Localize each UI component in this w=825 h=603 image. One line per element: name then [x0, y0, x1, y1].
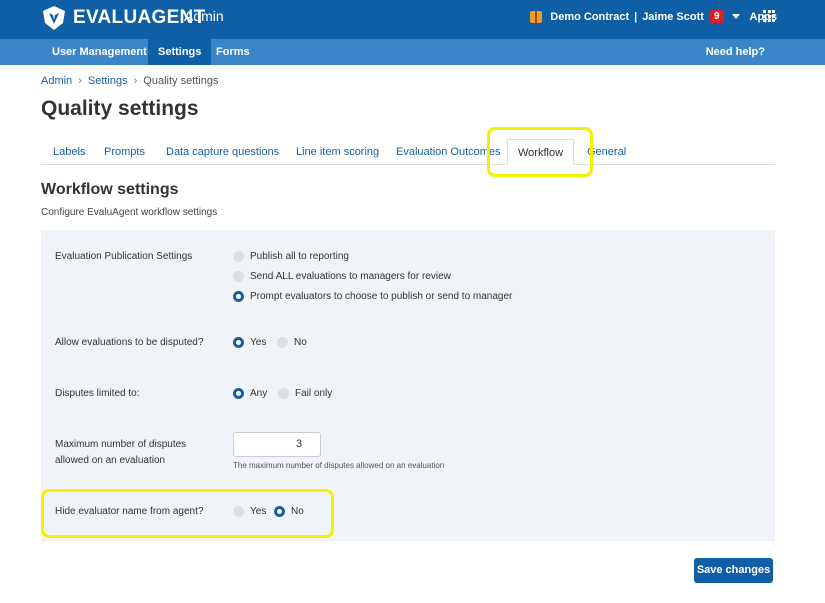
- radio-selected-icon[interactable]: [233, 291, 244, 302]
- radio-icon[interactable]: [233, 271, 244, 282]
- option-label: Prompt evaluators to choose to publish o…: [250, 291, 513, 302]
- apps-grid-icon[interactable]: [763, 10, 775, 22]
- section-title: Workflow settings: [41, 181, 179, 198]
- user-name[interactable]: Jaime Scott: [642, 11, 704, 23]
- settings-tabs: Labels Prompts Data capture questions Li…: [41, 139, 775, 165]
- breadcrumb-admin[interactable]: Admin: [41, 75, 72, 87]
- secondary-nav: User Management Settings Forms Need help…: [0, 39, 825, 65]
- workflow-tab-highlight: [487, 127, 593, 177]
- option-label: Any: [250, 388, 268, 399]
- tab-evaluation-outcomes[interactable]: Evaluation Outcomes: [396, 139, 501, 165]
- disputes-limited-fail-only[interactable]: Fail only: [278, 388, 332, 399]
- breadcrumb: Admin › Settings › Quality settings: [41, 75, 219, 87]
- logo-icon[interactable]: [40, 4, 68, 32]
- caret-down-icon[interactable]: [731, 14, 740, 19]
- tab-data-capture-questions[interactable]: Data capture questions: [166, 139, 279, 165]
- disputes-limited-label: Disputes limited to:: [55, 388, 140, 399]
- disputes-limited-any[interactable]: Any: [233, 388, 267, 399]
- option-label: Send ALL evaluations to managers for rev…: [250, 271, 451, 282]
- nav-user-management[interactable]: User Management: [42, 39, 157, 65]
- option-label: No: [294, 337, 307, 348]
- disputes-allowed-yes[interactable]: Yes: [233, 337, 266, 348]
- header-separator: |: [634, 10, 638, 23]
- tab-labels[interactable]: Labels: [53, 139, 85, 165]
- publish-all-option[interactable]: Publish all to reporting: [233, 251, 349, 262]
- radio-selected-icon[interactable]: [233, 337, 244, 348]
- publication-label: Evaluation Publication Settings: [55, 251, 193, 262]
- nav-settings[interactable]: Settings: [148, 39, 212, 65]
- tab-prompts[interactable]: Prompts: [104, 139, 145, 165]
- breadcrumb-settings[interactable]: Settings: [88, 75, 128, 87]
- radio-icon[interactable]: [278, 388, 289, 399]
- help-link[interactable]: Need help?: [706, 39, 765, 65]
- max-disputes-label-line2: allowed on an evaluation: [55, 455, 166, 466]
- hide-evaluator-highlight: [41, 489, 334, 538]
- max-disputes-help: The maximum number of disputes allowed o…: [233, 461, 445, 470]
- notification-badge[interactable]: 9: [709, 10, 724, 23]
- save-changes-button[interactable]: Save changes: [694, 558, 773, 583]
- disputes-allowed-no[interactable]: No: [277, 337, 307, 348]
- top-bar: EVALUAGENT Admin Demo Contract | Jaime S…: [0, 0, 825, 39]
- breadcrumb-current: Quality settings: [143, 75, 219, 87]
- radio-icon[interactable]: [277, 337, 288, 348]
- account-area: Demo Contract | Jaime Scott 9 Apps: [530, 10, 777, 23]
- option-label: Yes: [250, 337, 267, 348]
- max-disputes-input[interactable]: 3: [233, 432, 321, 457]
- page-title: Quality settings: [41, 97, 199, 120]
- radio-icon[interactable]: [233, 251, 244, 262]
- max-disputes-label-line1: Maximum number of disputes: [55, 439, 187, 450]
- option-label: Fail only: [295, 388, 333, 399]
- option-label: Publish all to reporting: [250, 251, 349, 262]
- tab-line-item-scoring[interactable]: Line item scoring: [296, 139, 379, 165]
- send-all-option[interactable]: Send ALL evaluations to managers for rev…: [233, 271, 451, 282]
- prompt-evaluators-option[interactable]: Prompt evaluators to choose to publish o…: [233, 291, 512, 302]
- radio-selected-icon[interactable]: [233, 388, 244, 399]
- nav-forms[interactable]: Forms: [206, 39, 260, 65]
- brand-section: Admin: [184, 8, 224, 24]
- contract-name[interactable]: Demo Contract: [550, 11, 629, 23]
- disputes-allowed-label: Allow evaluations to be disputed?: [55, 337, 204, 348]
- gift-icon: [530, 10, 543, 23]
- section-subtitle: Configure EvaluAgent workflow settings: [41, 207, 218, 218]
